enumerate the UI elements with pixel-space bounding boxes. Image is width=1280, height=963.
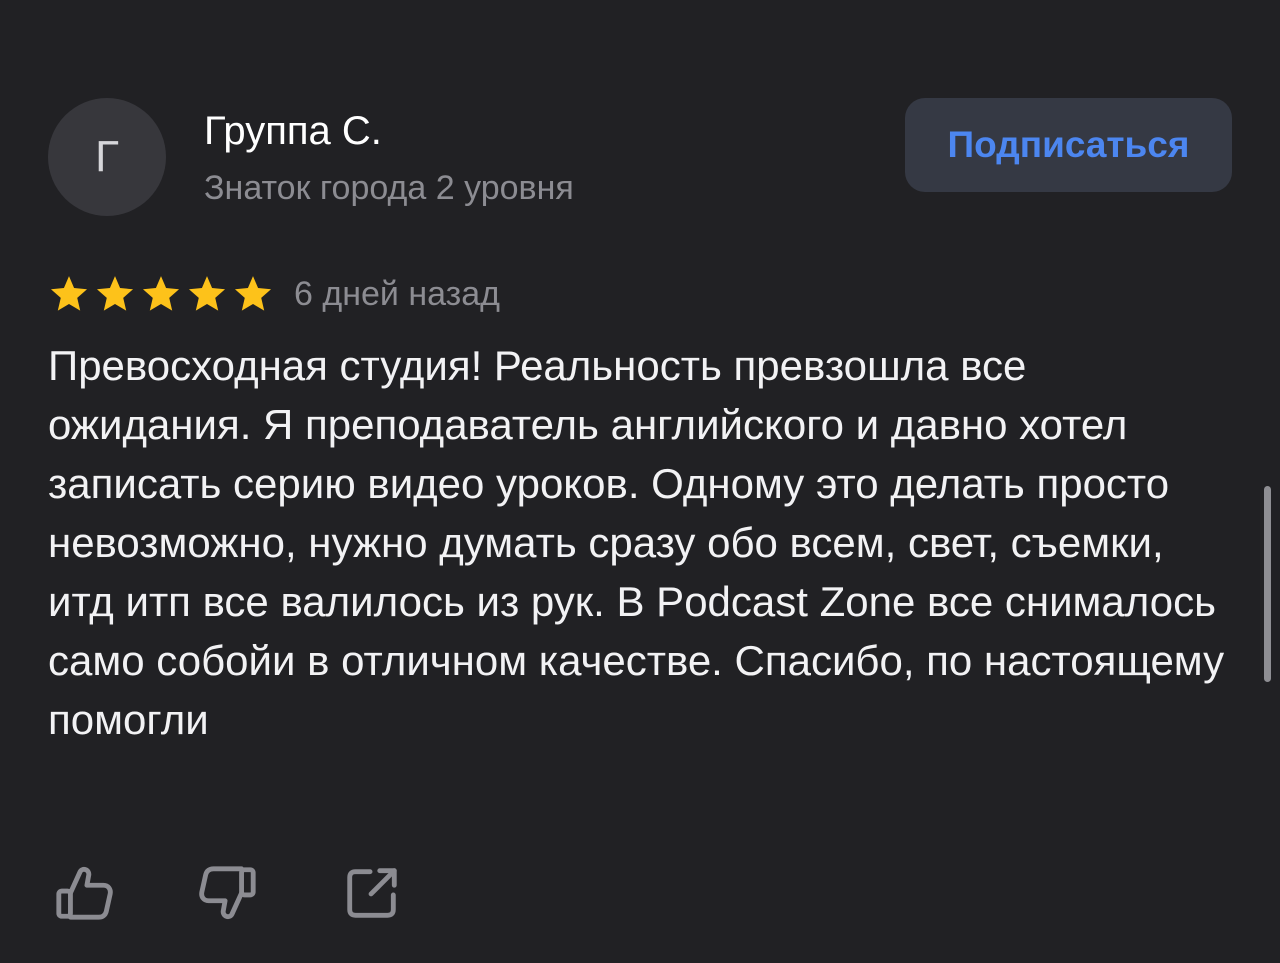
star-icon [50, 276, 88, 311]
subscribe-button[interactable]: Подписаться [905, 98, 1232, 192]
dislike-button[interactable] [196, 862, 260, 924]
share-button[interactable] [340, 862, 404, 924]
star-icon [188, 276, 226, 311]
star-icon [234, 276, 272, 311]
share-icon [347, 868, 397, 918]
star-icon [96, 276, 134, 311]
review-text: Превосходная студия! Реальность превзошл… [48, 342, 1225, 743]
avatar[interactable]: Г [48, 98, 166, 216]
author-level: Знаток города 2 уровня [204, 169, 574, 207]
thumbs-down-icon [199, 866, 256, 920]
thumbs-up-icon [56, 866, 113, 920]
review-actions [52, 862, 404, 924]
star-icon [142, 276, 180, 311]
scrollbar[interactable] [1264, 486, 1271, 682]
review-card: Г Группа С. Знаток города 2 уровня Подпи… [0, 0, 1280, 963]
review-date: 6 дней назад [294, 275, 500, 313]
avatar-letter: Г [95, 132, 119, 181]
like-button[interactable] [52, 862, 116, 924]
author-name[interactable]: Группа С. [204, 106, 382, 156]
rating-row: 6 дней назад [48, 268, 500, 320]
star-rating [48, 273, 274, 315]
